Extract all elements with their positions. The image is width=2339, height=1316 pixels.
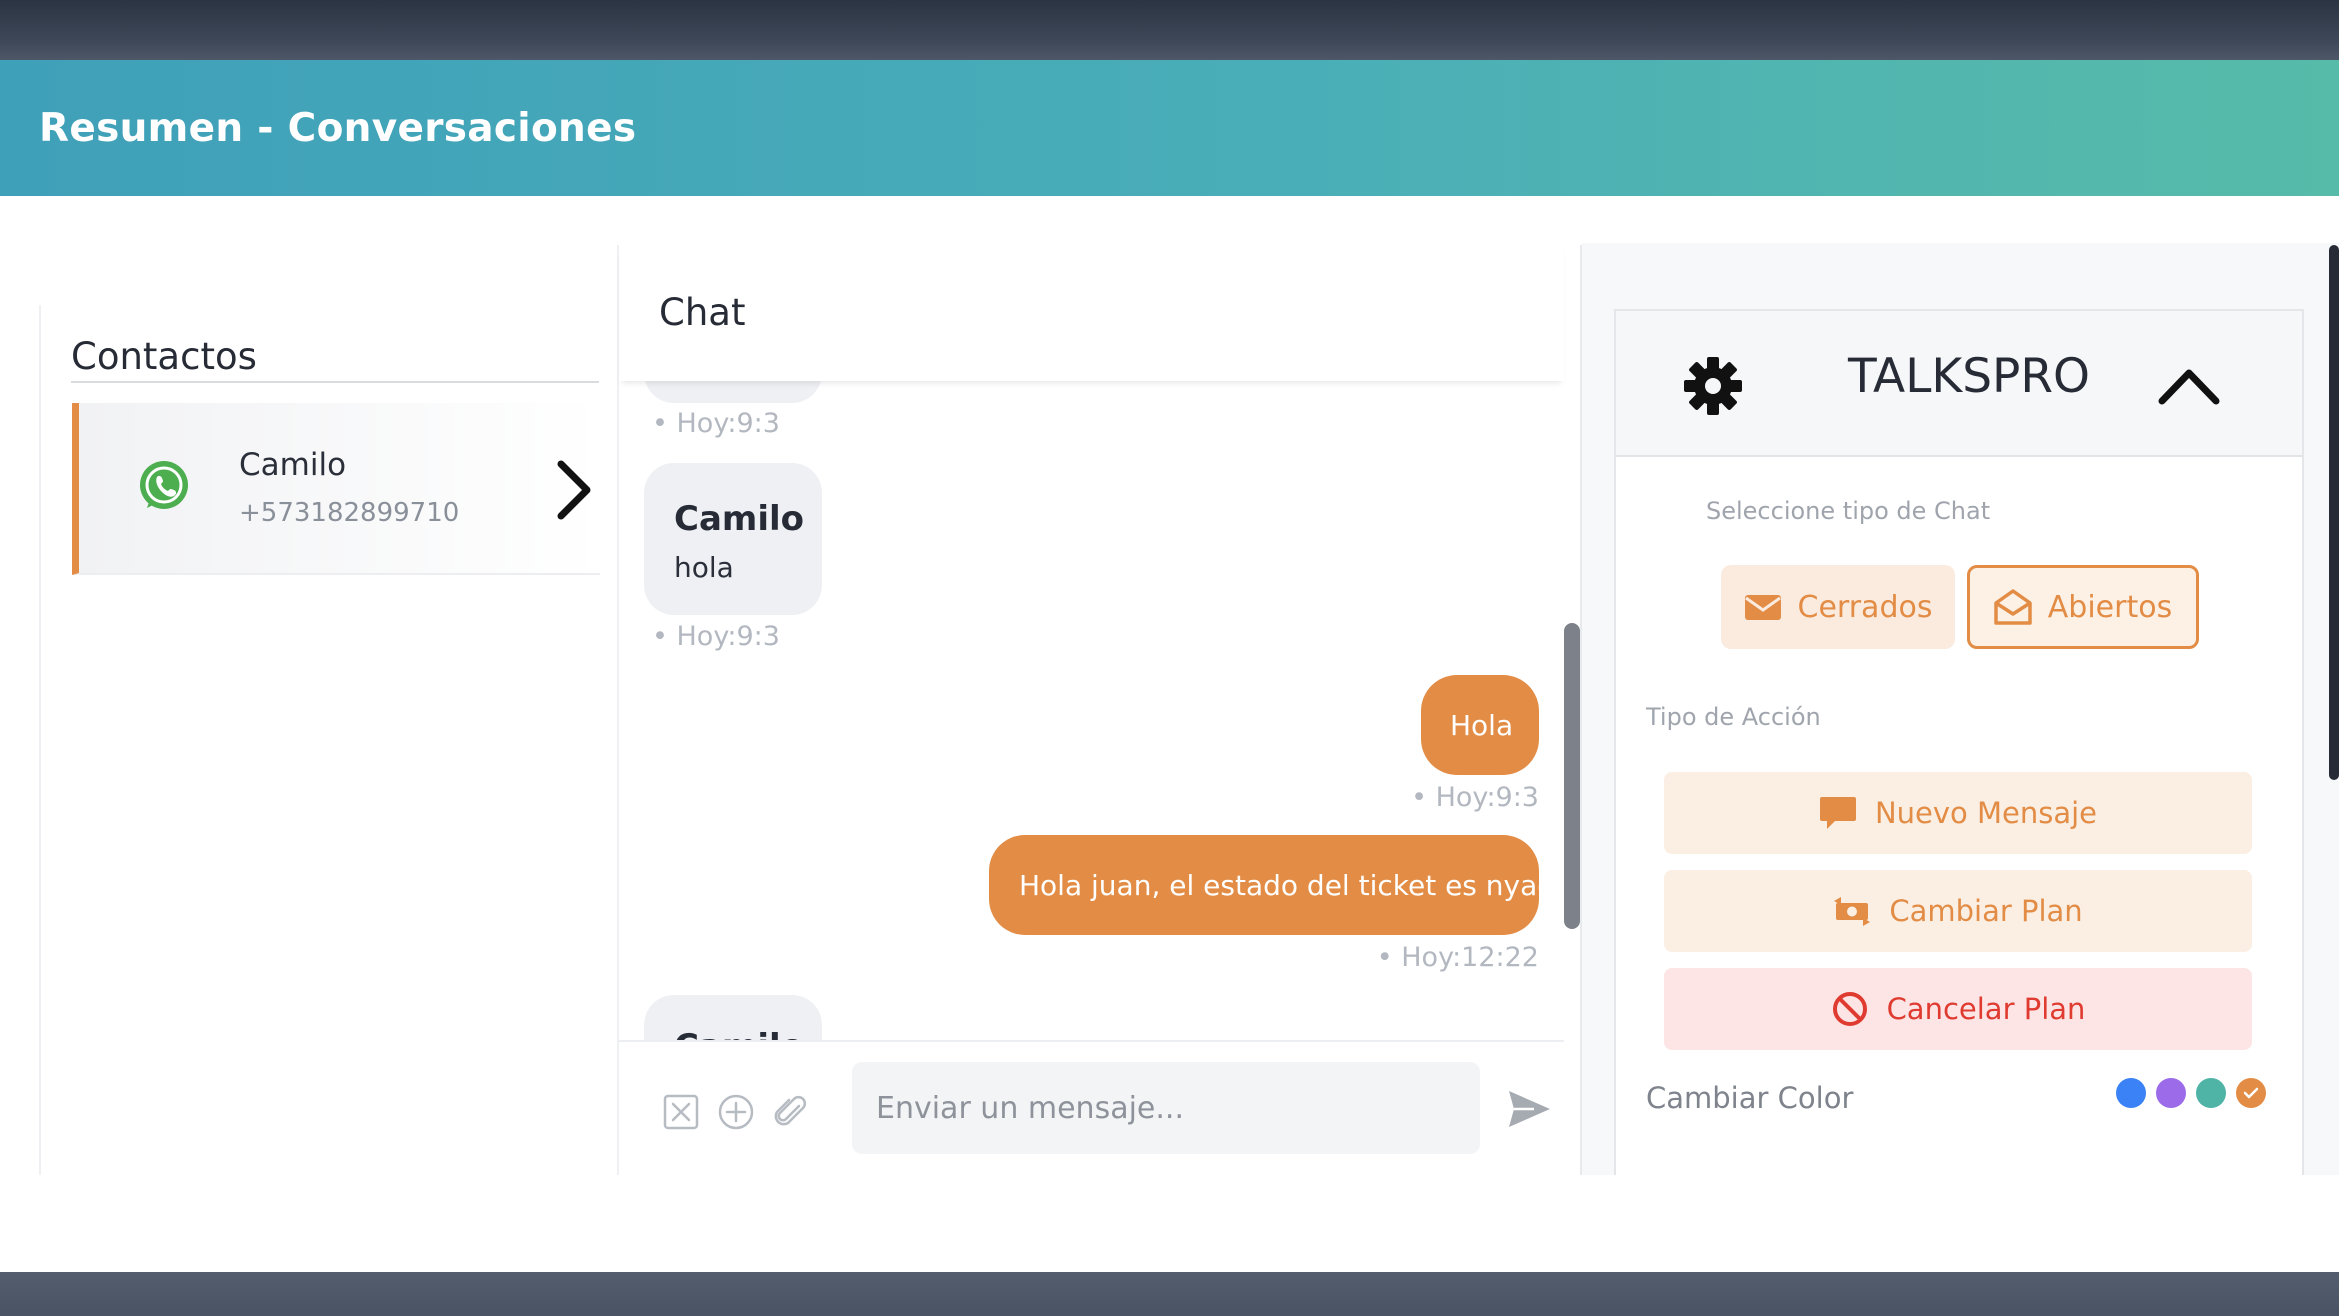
- contact-item[interactable]: Camilo +573182899710: [72, 403, 600, 575]
- button-label: Nuevo Mensaje: [1874, 796, 2098, 830]
- button-label: Cancelar Plan: [1886, 992, 2086, 1026]
- color-swatch-purple[interactable]: [2156, 1078, 2186, 1108]
- chat-header: Chat: [619, 245, 1564, 381]
- settings-panel-area: TALKSPRO Seleccione tipo de Chat Cerrado…: [1582, 243, 2339, 1175]
- message-composer: [619, 1040, 1564, 1175]
- tab-label: Cerrados: [1797, 589, 1933, 625]
- tab-abiertos[interactable]: Abiertos: [1967, 565, 2199, 649]
- tab-cerrados[interactable]: Cerrados: [1721, 565, 1955, 649]
- action-type-label: Tipo de Acción: [1646, 703, 1821, 731]
- chat-panel: hola • Hoy:9:3 Camilo hola • Hoy:9:3 Hol…: [617, 245, 1582, 1175]
- envelope-open-icon: [1994, 589, 2032, 625]
- whatsapp-icon: [140, 461, 188, 509]
- message-bubble-incoming: Camilo hola: [644, 463, 822, 615]
- page-title: Resumen - Conversaciones: [39, 105, 637, 151]
- new-message-button[interactable]: Nuevo Mensaje: [1664, 772, 2252, 854]
- chevron-up-icon[interactable]: [2156, 361, 2222, 411]
- change-color-label: Cambiar Color: [1646, 1081, 1854, 1115]
- gear-icon[interactable]: [1682, 355, 1744, 417]
- panel-header: TALKSPRO: [1616, 311, 2302, 457]
- ban-icon: [1832, 992, 1867, 1026]
- message-sender: Camilo: [674, 499, 804, 539]
- message-timestamp: • Hoy:9:3: [652, 621, 780, 652]
- contact-phone: +573182899710: [239, 498, 460, 528]
- message-sender: Camilo: [674, 1027, 804, 1040]
- message-timestamp: • Hoy:9:3: [652, 408, 780, 439]
- close-box-icon[interactable]: [661, 1092, 701, 1132]
- color-swatch-blue[interactable]: [2116, 1078, 2146, 1108]
- message-text: Hola: [1450, 709, 1514, 742]
- brand-title: TALKSPRO: [1848, 349, 2091, 404]
- talkspro-panel: TALKSPRO Seleccione tipo de Chat Cerrado…: [1614, 309, 2304, 1175]
- tab-label: Abiertos: [2047, 589, 2173, 625]
- contacts-title: Contactos: [71, 335, 257, 378]
- chat-scrollbar[interactable]: [1564, 623, 1580, 1173]
- message-timestamp: • Hoy:12:22: [1376, 942, 1539, 973]
- contact-name: Camilo: [239, 447, 347, 483]
- button-label: Cambiar Plan: [1889, 894, 2083, 928]
- panel-scrollbar[interactable]: [2329, 245, 2339, 780]
- envelope-closed-icon: [1744, 595, 1781, 620]
- message-text: hola: [674, 551, 734, 584]
- message-timestamp: • Hoy:9:3: [1411, 782, 1539, 813]
- message-input[interactable]: [852, 1062, 1480, 1154]
- color-swatch-teal[interactable]: [2196, 1078, 2226, 1108]
- message-bubble-incoming: Camilo: [644, 995, 822, 1040]
- browser-top-bar: [0, 0, 2339, 60]
- send-icon[interactable]: [1504, 1087, 1554, 1131]
- check-icon: [2243, 1087, 2259, 1099]
- cancel-plan-button[interactable]: Cancelar Plan: [1664, 968, 2252, 1050]
- contacts-panel: Contactos Camilo +573182899710: [39, 305, 605, 1175]
- message-icon: [1819, 797, 1856, 829]
- chat-title: Chat: [659, 291, 746, 334]
- chevron-right-icon[interactable]: [549, 458, 599, 522]
- browser-bottom-bar: [0, 1272, 2339, 1316]
- paperclip-icon[interactable]: [771, 1092, 811, 1132]
- add-circle-icon[interactable]: [716, 1092, 756, 1132]
- color-swatch-orange[interactable]: [2236, 1078, 2266, 1108]
- change-plan-button[interactable]: Cambiar Plan: [1664, 870, 2252, 952]
- message-bubble-outgoing: Hola juan, el estado del ticket es nyad: [989, 835, 1555, 935]
- chat-type-label: Seleccione tipo de Chat: [1706, 497, 1991, 525]
- money-exchange-icon: [1834, 897, 1871, 926]
- page-header: Resumen - Conversaciones: [0, 60, 2339, 196]
- divider: [71, 381, 599, 383]
- message-text: Hola juan, el estado del ticket es nyad: [1019, 869, 1556, 902]
- message-bubble-outgoing: Hola: [1421, 675, 1539, 775]
- scrollbar-thumb[interactable]: [1564, 623, 1580, 929]
